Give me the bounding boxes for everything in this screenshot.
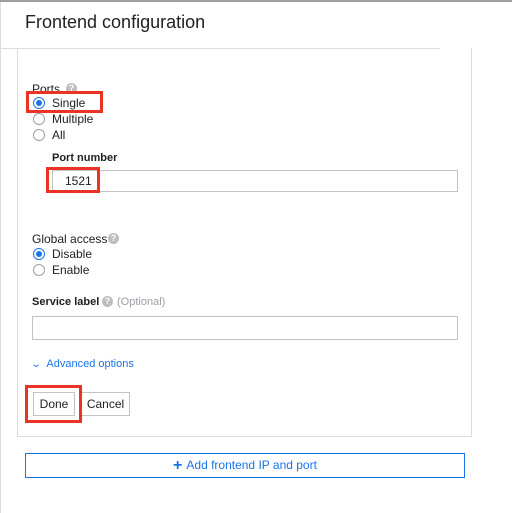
ports-all-radio[interactable] — [33, 129, 45, 141]
highlight-box-port-number — [46, 167, 100, 193]
port-number-label: Port number — [52, 152, 118, 164]
chevron-down-icon: ⌄ — [30, 359, 42, 370]
port-number-field[interactable] — [52, 170, 458, 192]
ports-all-label: All — [52, 128, 66, 142]
global-access-enable-radio[interactable] — [33, 264, 45, 276]
service-label-field[interactable] — [32, 316, 458, 340]
help-icon[interactable]: ? — [102, 296, 113, 307]
top-border — [0, 0, 512, 2]
service-label-input[interactable] — [33, 317, 457, 339]
highlight-box-done — [25, 385, 82, 423]
global-access-label: Global access — [32, 232, 108, 246]
ports-multiple-label: Multiple — [52, 112, 94, 126]
plus-icon: + — [173, 457, 183, 474]
cancel-button[interactable]: Cancel — [81, 392, 130, 416]
help-icon[interactable]: ? — [108, 233, 119, 244]
highlight-box-single — [26, 91, 103, 113]
port-number-input[interactable] — [53, 171, 457, 191]
global-access-enable-label: Enable — [52, 263, 90, 277]
service-label-optional: (Optional) — [117, 296, 166, 308]
left-divider — [0, 2, 1, 513]
advanced-options-link[interactable]: ⌄ Advanced options — [30, 358, 134, 370]
add-frontend-ip-port-button[interactable]: + Add frontend IP and port — [25, 453, 465, 478]
global-access-disable-radio[interactable] — [33, 248, 45, 260]
global-access-disable-label: Disable — [52, 247, 93, 261]
service-label-text: Service label — [32, 296, 100, 308]
ports-multiple-radio[interactable] — [33, 113, 45, 125]
service-label-label: Service label — [32, 296, 99, 308]
advanced-options-label: Advanced options — [46, 358, 134, 370]
page-title: Frontend configuration — [25, 12, 206, 32]
add-frontend-label: Add frontend IP and port — [186, 458, 317, 472]
